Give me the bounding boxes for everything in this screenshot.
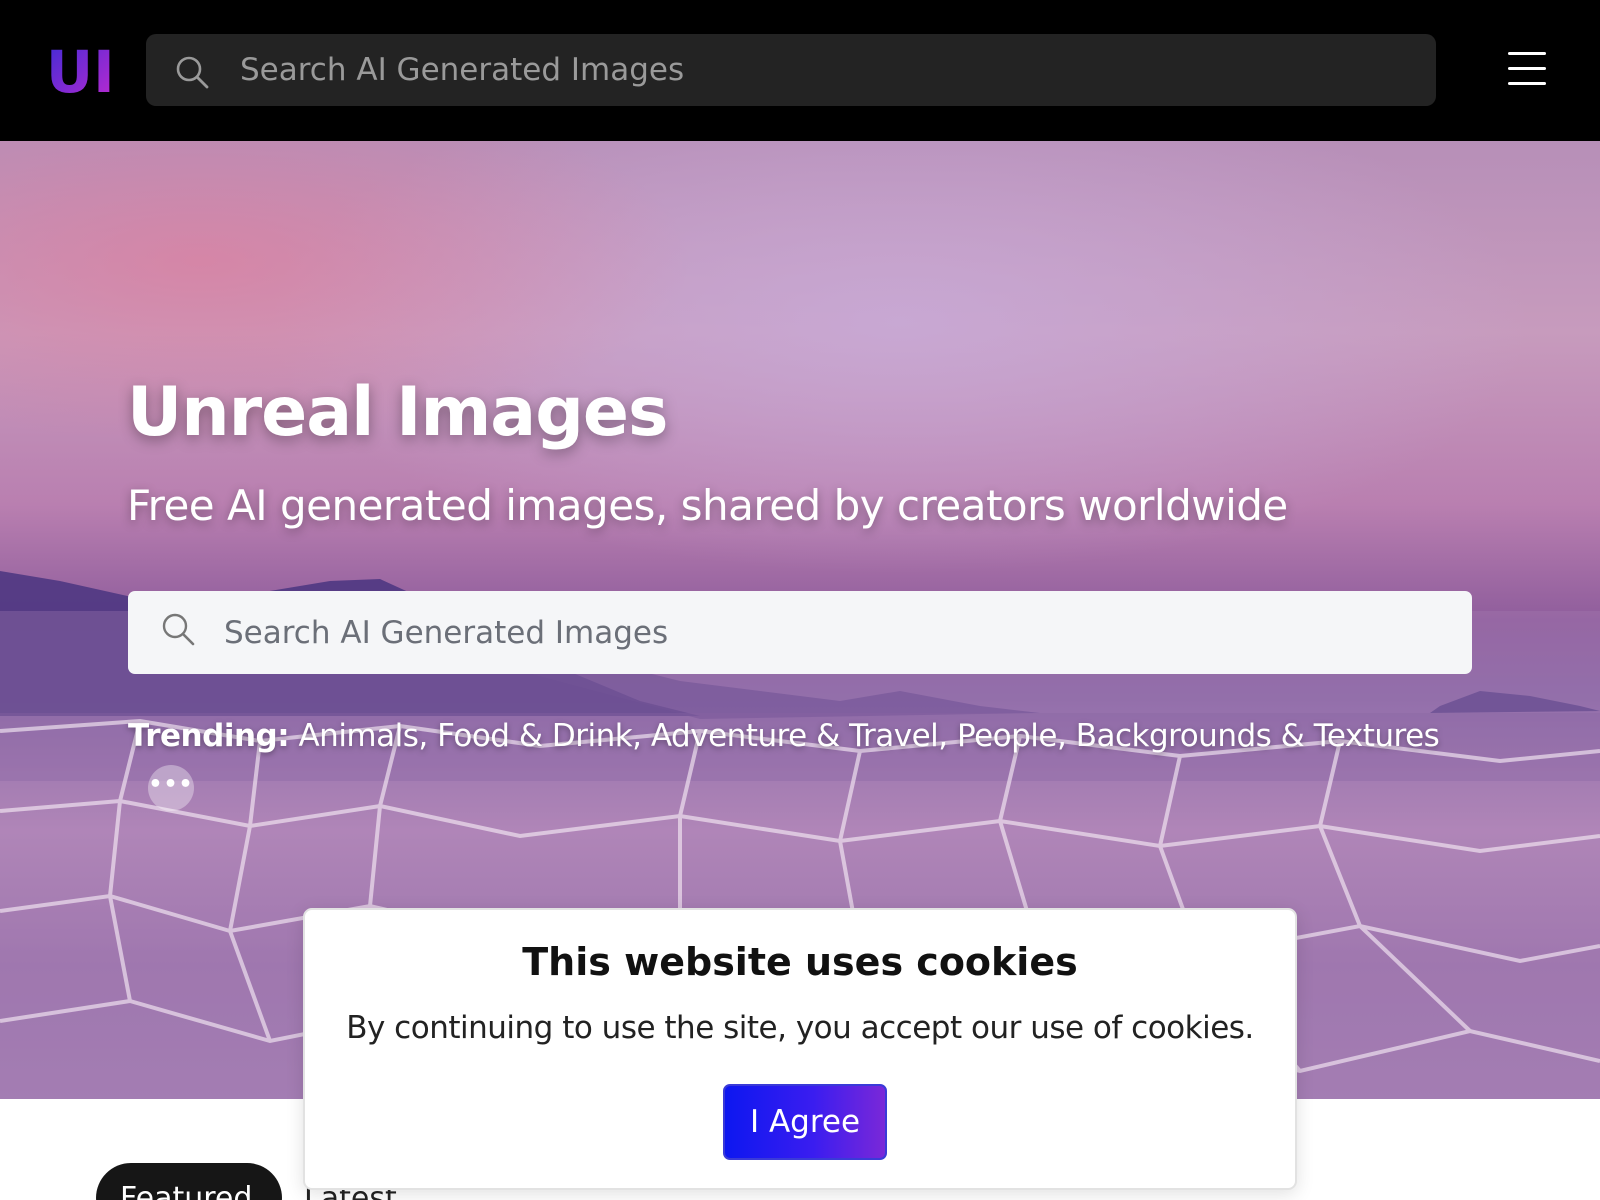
trending-tag-adventure-travel[interactable]: Adventure & Travel <box>651 718 939 754</box>
navbar-search-input[interactable] <box>240 34 1410 106</box>
trending-tag-animals[interactable]: Animals <box>298 718 418 754</box>
agree-button[interactable]: I Agree <box>723 1084 887 1160</box>
trending-label: Trending: <box>128 718 290 754</box>
hamburger-menu-icon[interactable] <box>1508 52 1546 86</box>
cookie-message: By continuing to use the site, you accep… <box>346 1010 1254 1046</box>
hero-subtitle: Free AI generated images, shared by crea… <box>127 481 1288 530</box>
more-trending-button[interactable]: ••• <box>148 765 194 811</box>
tab-featured[interactable]: Featured <box>96 1163 282 1200</box>
search-icon <box>176 56 209 89</box>
logo-text: UI <box>46 38 115 100</box>
hero-search-input[interactable] <box>224 591 1444 674</box>
top-navbar: UI <box>0 0 1600 141</box>
hero-title: Unreal Images <box>127 373 668 452</box>
trending-tag-backgrounds-textures[interactable]: Backgrounds & Textures <box>1076 718 1440 754</box>
hero-search-bar[interactable] <box>128 591 1472 674</box>
logo[interactable]: UI <box>46 38 116 100</box>
trending-tag-food-drink[interactable]: Food & Drink <box>437 718 633 754</box>
search-icon <box>162 613 195 646</box>
cookie-title: This website uses cookies <box>522 940 1078 984</box>
cookie-consent-dialog: This website uses cookies By continuing … <box>303 908 1297 1190</box>
navbar-search-bar[interactable] <box>146 34 1436 106</box>
trending-tag-people[interactable]: People <box>957 718 1058 754</box>
trending-tags: Trending: Animals, Food & Drink, Adventu… <box>128 718 1440 754</box>
